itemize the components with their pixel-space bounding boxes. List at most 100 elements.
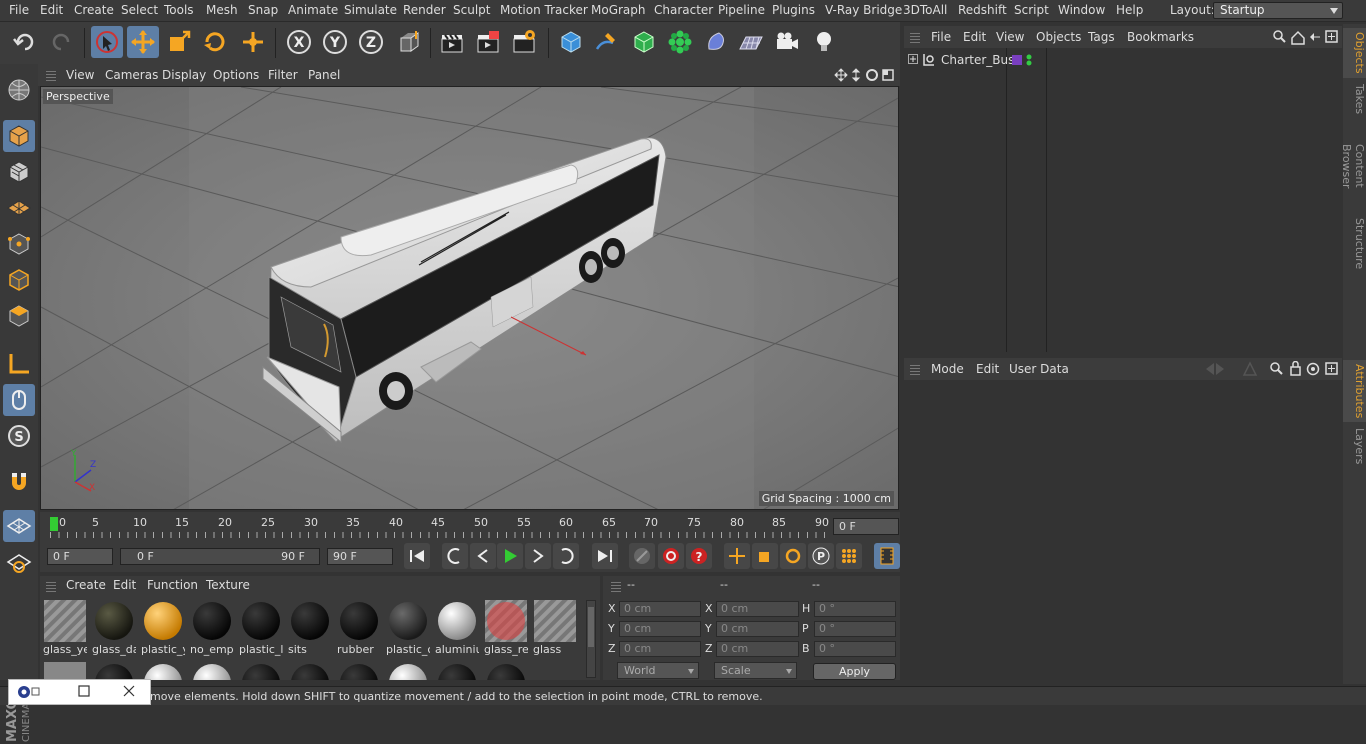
- z-axis-lock-button[interactable]: Z: [355, 26, 387, 58]
- viewport-menu-display[interactable]: Display: [162, 68, 206, 82]
- next-frame-button[interactable]: [525, 543, 551, 569]
- material-swatch[interactable]: [483, 660, 528, 680]
- material-swatch[interactable]: sits: [287, 598, 332, 656]
- attribute-menu-mode[interactable]: Mode: [931, 362, 964, 376]
- coordinate-system-button[interactable]: [393, 26, 425, 58]
- tab-structure[interactable]: Structure: [1343, 214, 1366, 274]
- model-mode-button[interactable]: [3, 120, 35, 152]
- x-axis-lock-button[interactable]: X: [283, 26, 315, 58]
- menu-tools[interactable]: Tools: [164, 3, 194, 17]
- transform-tool-button[interactable]: [237, 26, 269, 58]
- axis-mode-button[interactable]: [3, 348, 35, 380]
- next-key-button[interactable]: [553, 543, 579, 569]
- workplane-button[interactable]: [3, 192, 35, 224]
- subdivision-surface-button[interactable]: [628, 26, 660, 58]
- camera-button[interactable]: [771, 26, 803, 58]
- material-swatch[interactable]: [385, 660, 430, 680]
- menu-character[interactable]: Character: [654, 3, 713, 17]
- coordinate-space-dropdown[interactable]: World: [617, 662, 699, 679]
- snap-button[interactable]: [3, 466, 35, 498]
- expand-plus-icon[interactable]: [908, 54, 918, 64]
- scale-tool-button[interactable]: [163, 26, 195, 58]
- solo-button[interactable]: S: [3, 420, 35, 452]
- object-menu-file[interactable]: File: [931, 30, 951, 44]
- tweak-mode-button[interactable]: [3, 384, 35, 416]
- material-swatch[interactable]: glass: [532, 598, 577, 656]
- size-z-field[interactable]: 0 cm: [716, 641, 799, 657]
- position-z-field[interactable]: 0 cm: [619, 641, 701, 657]
- material-scrollbar[interactable]: [586, 600, 596, 678]
- viewport-menu-cameras[interactable]: Cameras: [105, 68, 158, 82]
- material-swatch[interactable]: plastic_l: [238, 598, 283, 656]
- pen-spline-button[interactable]: [591, 26, 623, 58]
- maximize-icon[interactable]: [78, 685, 90, 697]
- size-x-field[interactable]: 0 cm: [716, 601, 799, 617]
- previous-key-button[interactable]: [442, 543, 468, 569]
- go-to-start-button[interactable]: [404, 543, 430, 569]
- move-tool-button[interactable]: [127, 26, 159, 58]
- key-parameter-button[interactable]: P: [808, 543, 834, 569]
- key-rotation-button[interactable]: [780, 543, 806, 569]
- key-position-button[interactable]: [724, 543, 750, 569]
- key-scale-button[interactable]: [752, 543, 778, 569]
- timeline-ruler[interactable]: 0 5 10 15 20 25 30 35 40 45 50 55 60 65 …: [40, 512, 900, 542]
- current-frame-field[interactable]: 0 F: [833, 518, 899, 535]
- material-swatch[interactable]: glass_ye: [42, 598, 87, 656]
- render-settings-button[interactable]: [508, 26, 540, 58]
- render-to-picture-viewer-button[interactable]: [472, 26, 504, 58]
- material-swatch[interactable]: no_emp: [189, 598, 234, 656]
- viewport-menu-options[interactable]: Options: [213, 68, 259, 82]
- rotation-b-field[interactable]: 0 °: [814, 641, 896, 657]
- points-mode-button[interactable]: [3, 228, 35, 260]
- viewport-nav-icons[interactable]: [834, 68, 896, 82]
- material-swatch[interactable]: [140, 660, 185, 680]
- menu-vray-bridge[interactable]: V-Ray Bridge: [825, 3, 902, 17]
- undo-button[interactable]: [9, 26, 41, 58]
- menu-3dtoall[interactable]: 3DToAll: [903, 3, 947, 17]
- record-active-objects-button[interactable]: [658, 543, 684, 569]
- viewport-menu-view[interactable]: View: [66, 68, 94, 82]
- material-menu-create[interactable]: Create: [66, 578, 106, 592]
- material-menu-function[interactable]: Function: [147, 578, 198, 592]
- minimized-window-bar[interactable]: [8, 679, 151, 705]
- tab-content-browser[interactable]: Content Browser: [1340, 120, 1366, 212]
- viewport-menu-panel[interactable]: Panel: [308, 68, 340, 82]
- menu-select[interactable]: Select: [121, 3, 158, 17]
- tab-layers[interactable]: Layers: [1343, 424, 1366, 464]
- previous-frame-button[interactable]: [470, 543, 496, 569]
- object-menu-bookmarks[interactable]: Bookmarks: [1127, 30, 1194, 44]
- rotation-h-field[interactable]: 0 °: [814, 601, 896, 617]
- object-menu-view[interactable]: View: [996, 30, 1024, 44]
- make-editable-button[interactable]: [3, 74, 35, 106]
- perspective-viewport[interactable]: Y Z X Perspective Grid Spacing : 1000 cm: [40, 86, 899, 510]
- menu-simulate[interactable]: Simulate: [344, 3, 397, 17]
- tab-takes[interactable]: Takes: [1343, 80, 1366, 118]
- menu-file[interactable]: File: [9, 3, 29, 17]
- layer-color-swatch[interactable]: [1012, 55, 1022, 65]
- timeline-playhead[interactable]: [50, 517, 58, 531]
- material-swatch[interactable]: [238, 660, 283, 680]
- close-icon[interactable]: [123, 685, 135, 697]
- viewport-menu-filter[interactable]: Filter: [268, 68, 298, 82]
- rotate-tool-button[interactable]: [199, 26, 231, 58]
- y-axis-lock-button[interactable]: Y: [319, 26, 351, 58]
- object-menu-objects[interactable]: Objects: [1036, 30, 1081, 44]
- menu-script[interactable]: Script: [1014, 3, 1049, 17]
- play-button[interactable]: [497, 543, 523, 569]
- object-name[interactable]: Charter_Bus: [941, 53, 1014, 67]
- menu-create[interactable]: Create: [74, 3, 114, 17]
- menu-redshift[interactable]: Redshift: [958, 3, 1007, 17]
- material-menu-texture[interactable]: Texture: [206, 578, 250, 592]
- cloner-button[interactable]: [664, 26, 696, 58]
- size-y-field[interactable]: 0 cm: [716, 621, 799, 637]
- redo-button[interactable]: [45, 26, 77, 58]
- cube-object-button[interactable]: [555, 26, 587, 58]
- tree-row-charter-bus[interactable]: Charter_Bus: [904, 50, 1342, 70]
- menu-animate[interactable]: Animate: [288, 3, 338, 17]
- key-pla-button[interactable]: [836, 543, 862, 569]
- position-y-field[interactable]: 0 cm: [619, 621, 701, 637]
- tab-objects[interactable]: Objects: [1343, 28, 1366, 78]
- material-menu-edit[interactable]: Edit: [113, 578, 136, 592]
- menu-snap[interactable]: Snap: [248, 3, 278, 17]
- object-menu-tags[interactable]: Tags: [1088, 30, 1115, 44]
